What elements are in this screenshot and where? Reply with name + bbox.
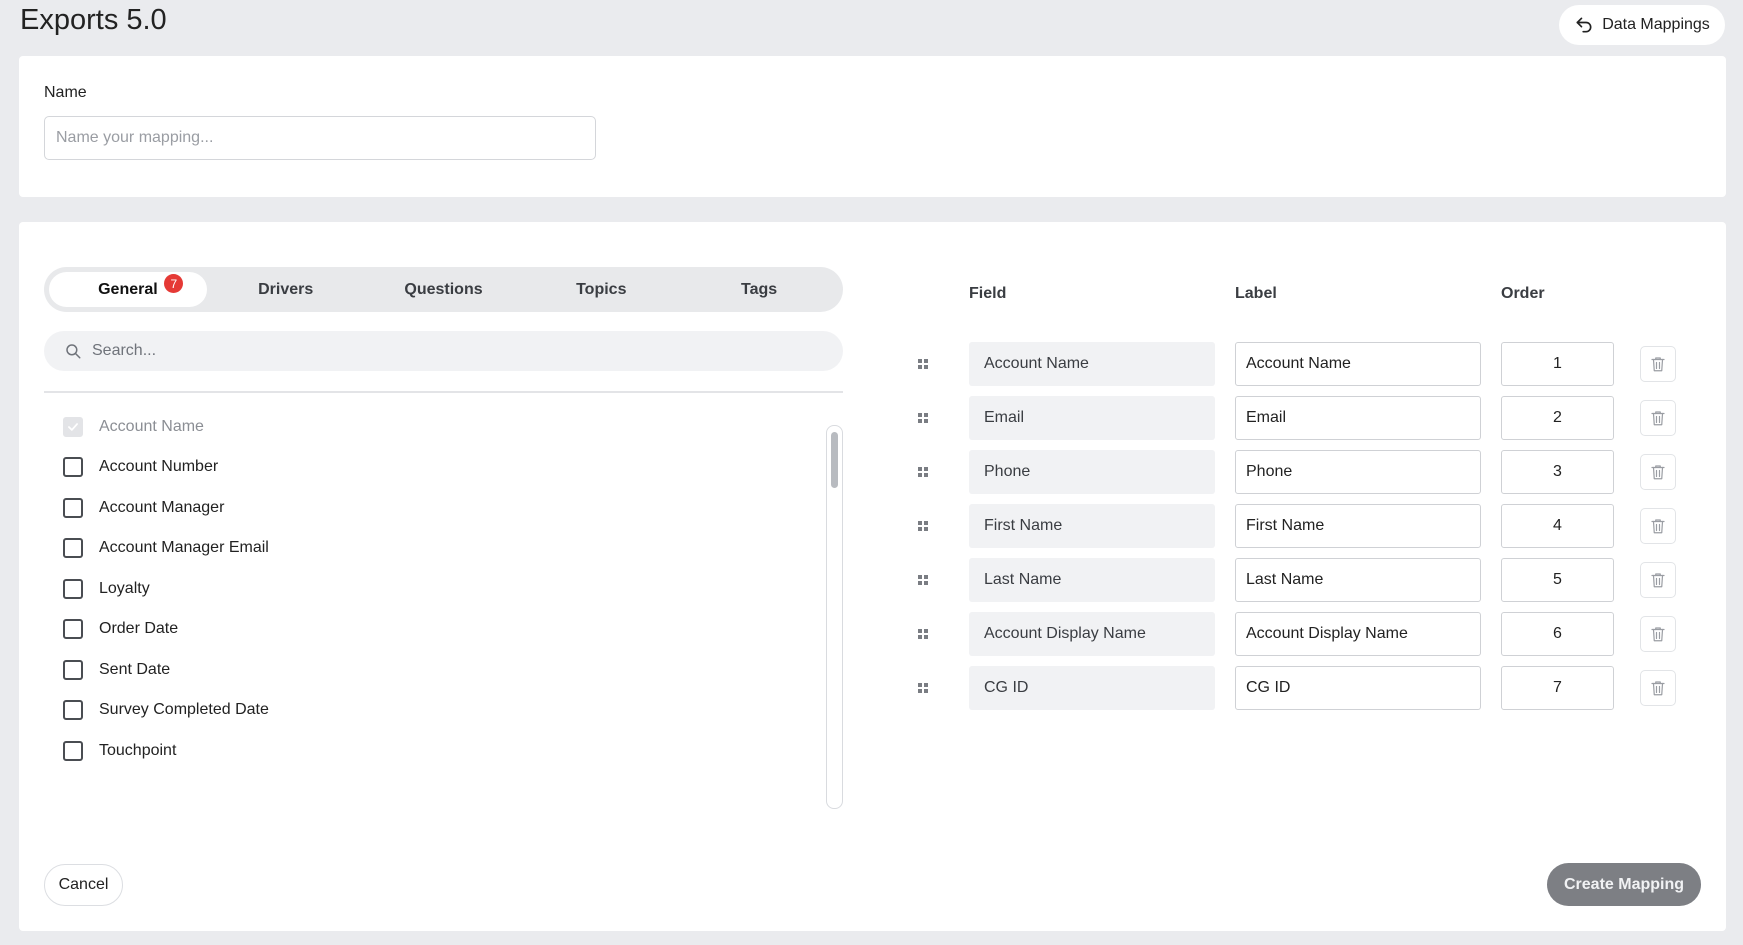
mapping-label-input[interactable] [1235, 342, 1481, 386]
drag-handle-icon[interactable] [916, 357, 930, 371]
mapping-label-input[interactable] [1235, 504, 1481, 548]
tab-questions[interactable]: Questions [365, 272, 523, 307]
mapping-order-input[interactable] [1501, 612, 1614, 656]
mapping-label-input[interactable] [1235, 396, 1481, 440]
mapping-field-name: Email [969, 396, 1215, 440]
mapping-field-name: Account Display Name [969, 612, 1215, 656]
delete-row-button[interactable] [1640, 346, 1676, 382]
mapping-order-input[interactable] [1501, 666, 1614, 710]
field-option-label: Touchpoint [99, 742, 177, 759]
drag-handle-icon[interactable] [916, 519, 930, 533]
trash-icon [1651, 681, 1665, 696]
trash-icon [1651, 519, 1665, 534]
mapping-field-name: First Name [969, 504, 1215, 548]
trash-icon [1651, 357, 1665, 372]
drag-handle-icon[interactable] [916, 681, 930, 695]
trash-icon [1651, 627, 1665, 642]
drag-handle-icon[interactable] [916, 411, 930, 425]
column-header-label: Label [1235, 285, 1277, 302]
delete-row-button[interactable] [1640, 454, 1676, 490]
selected-count-badge: 7 [164, 274, 184, 293]
drag-handle-icon[interactable] [916, 573, 930, 587]
mapping-row: Account Name [19, 342, 1726, 386]
field-option-touchpoint[interactable]: Touchpoint [44, 736, 644, 766]
tab-topics[interactable]: Topics [522, 272, 680, 307]
delete-row-button[interactable] [1640, 616, 1676, 652]
delete-row-button[interactable] [1640, 562, 1676, 598]
mapping-label-input[interactable] [1235, 666, 1481, 710]
name-card: Name [19, 56, 1726, 197]
drag-handle-icon[interactable] [916, 627, 930, 641]
divider [44, 391, 843, 393]
mapping-label-input[interactable] [1235, 558, 1481, 602]
mapping-order-input[interactable] [1501, 504, 1614, 548]
tab-bar: General 7 Drivers Questions Topics Tags [44, 267, 843, 312]
mapping-order-input[interactable] [1501, 558, 1614, 602]
mapping-field-name: Last Name [969, 558, 1215, 602]
tab-questions-label: Questions [404, 280, 483, 298]
tab-general-label: General [98, 280, 158, 298]
drag-handle-icon[interactable] [916, 465, 930, 479]
create-mapping-button[interactable]: Create Mapping [1547, 863, 1701, 906]
page: Exports 5.0 Data Mappings Name General 7… [0, 0, 1743, 945]
trash-icon [1651, 573, 1665, 588]
mapping-field-name: CG ID [969, 666, 1215, 710]
data-mappings-label: Data Mappings [1602, 16, 1710, 33]
tab-topics-label: Topics [576, 280, 627, 298]
mapping-card: General 7 Drivers Questions Topics Tags [19, 222, 1726, 931]
mapping-field-name: Account Name [969, 342, 1215, 386]
tab-tags[interactable]: Tags [680, 272, 838, 307]
mapping-row: Email [19, 396, 1726, 440]
mapping-row: CG ID [19, 666, 1726, 710]
tab-general[interactable]: General 7 [49, 272, 207, 307]
mapping-field-name: Phone [969, 450, 1215, 494]
delete-row-button[interactable] [1640, 670, 1676, 706]
tab-drivers-label: Drivers [258, 280, 314, 298]
mapping-order-input[interactable] [1501, 342, 1614, 386]
data-mappings-button[interactable]: Data Mappings [1559, 5, 1725, 45]
mapping-name-input[interactable] [44, 116, 596, 160]
checkbox[interactable] [63, 741, 83, 761]
mapping-order-input[interactable] [1501, 450, 1614, 494]
mapping-row: Account Display Name [19, 612, 1726, 656]
mapping-row: Phone [19, 450, 1726, 494]
delete-row-button[interactable] [1640, 400, 1676, 436]
trash-icon [1651, 465, 1665, 480]
column-header-order: Order [1501, 285, 1545, 302]
page-title: Exports 5.0 [20, 4, 167, 36]
trash-icon [1651, 411, 1665, 426]
mapping-order-input[interactable] [1501, 396, 1614, 440]
back-arrow-icon [1576, 17, 1592, 33]
tab-drivers[interactable]: Drivers [207, 272, 365, 307]
tab-tags-label: Tags [741, 280, 778, 298]
name-label: Name [44, 84, 87, 101]
column-header-field: Field [969, 285, 1007, 302]
mapping-row: Last Name [19, 558, 1726, 602]
mapping-label-input[interactable] [1235, 450, 1481, 494]
cancel-button[interactable]: Cancel [44, 864, 123, 906]
delete-row-button[interactable] [1640, 508, 1676, 544]
mapping-label-input[interactable] [1235, 612, 1481, 656]
mapping-row: First Name [19, 504, 1726, 548]
